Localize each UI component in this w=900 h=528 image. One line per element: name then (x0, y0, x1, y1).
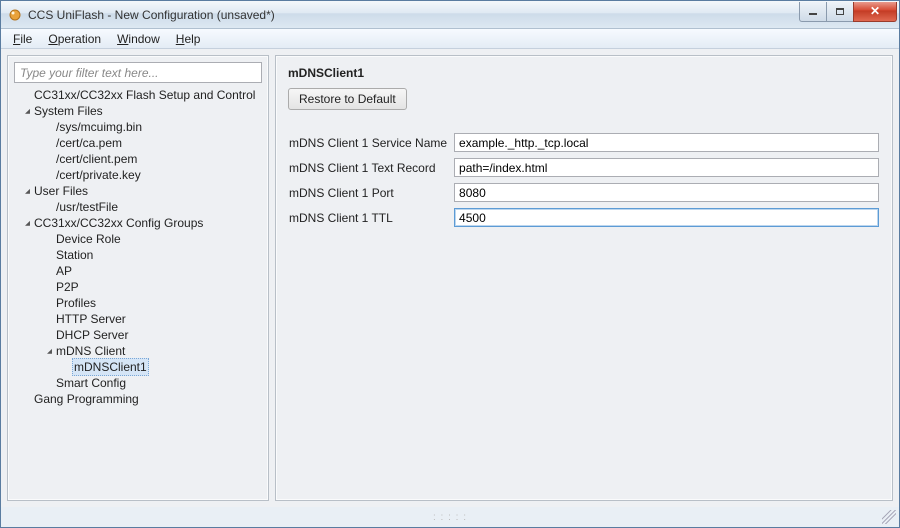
minimize-button[interactable] (799, 2, 827, 22)
menu-operation[interactable]: Operation (40, 30, 109, 48)
tree-item-profiles[interactable]: Profiles (14, 295, 262, 311)
tree-item-system-files[interactable]: System Files (14, 103, 262, 119)
tree-item-mdnsclient1[interactable]: mDNSClient1 (14, 359, 262, 375)
tree-item-flash-setup[interactable]: CC31xx/CC32xx Flash Setup and Control (14, 87, 262, 103)
menu-window[interactable]: Window (109, 30, 168, 48)
input-ttl[interactable] (454, 208, 879, 227)
label-port: mDNS Client 1 Port (288, 182, 453, 203)
app-window: CCS UniFlash - New Configuration (unsave… (0, 0, 900, 528)
tree-item-p2p[interactable]: P2P (14, 279, 262, 295)
tree-item-config-groups[interactable]: CC31xx/CC32xx Config Groups (14, 215, 262, 231)
expand-icon[interactable] (44, 343, 54, 359)
navigator-panel: CC31xx/CC32xx Flash Setup and Control Sy… (7, 55, 269, 501)
input-service-name[interactable] (454, 133, 879, 152)
sash-handle-icon[interactable]: : : : : : (433, 512, 467, 523)
editor-panel: mDNSClient1 Restore to Default mDNS Clie… (275, 55, 893, 501)
window-controls: ✕ (800, 2, 897, 22)
section-heading: mDNSClient1 (288, 66, 880, 80)
tree-item-smart-config[interactable]: Smart Config (14, 375, 262, 391)
tree-item-mcuimg[interactable]: /sys/mcuimg.bin (14, 119, 262, 135)
maximize-button[interactable] (826, 2, 854, 22)
config-tree[interactable]: CC31xx/CC32xx Flash Setup and Control Sy… (14, 87, 262, 494)
tree-item-client-pem[interactable]: /cert/client.pem (14, 151, 262, 167)
input-text-record[interactable] (454, 158, 879, 177)
tree-item-gang-programming[interactable]: Gang Programming (14, 391, 262, 407)
tree-item-ca-pem[interactable]: /cert/ca.pem (14, 135, 262, 151)
row-service-name: mDNS Client 1 Service Name (288, 132, 880, 153)
expand-icon[interactable] (22, 183, 32, 199)
tree-item-dhcp-server[interactable]: DHCP Server (14, 327, 262, 343)
client-area: CC31xx/CC32xx Flash Setup and Control Sy… (1, 49, 899, 507)
restore-default-button[interactable]: Restore to Default (288, 88, 407, 110)
tree-item-private-key[interactable]: /cert/private.key (14, 167, 262, 183)
app-icon (7, 7, 23, 23)
title-bar[interactable]: CCS UniFlash - New Configuration (unsave… (1, 1, 899, 29)
window-title: CCS UniFlash - New Configuration (unsave… (28, 8, 800, 22)
resize-grip-icon[interactable] (882, 510, 896, 524)
tree-item-device-role[interactable]: Device Role (14, 231, 262, 247)
filter-input[interactable] (14, 62, 262, 83)
row-port: mDNS Client 1 Port (288, 182, 880, 203)
expand-icon[interactable] (22, 215, 32, 231)
expand-icon[interactable] (22, 103, 32, 119)
input-port[interactable] (454, 183, 879, 202)
menu-help[interactable]: Help (168, 30, 209, 48)
label-service-name: mDNS Client 1 Service Name (288, 132, 453, 153)
status-bar: : : : : : (1, 507, 899, 527)
close-button[interactable]: ✕ (853, 2, 897, 22)
tree-item-mdns-client[interactable]: mDNS Client (14, 343, 262, 359)
menu-bar: File Operation Window Help (1, 29, 899, 49)
tree-item-ap[interactable]: AP (14, 263, 262, 279)
row-text-record: mDNS Client 1 Text Record (288, 157, 880, 178)
tree-item-http-server[interactable]: HTTP Server (14, 311, 262, 327)
properties-form: mDNS Client 1 Service Name mDNS Client 1… (288, 128, 880, 232)
label-ttl: mDNS Client 1 TTL (288, 207, 453, 228)
row-ttl: mDNS Client 1 TTL (288, 207, 880, 228)
tree-item-station[interactable]: Station (14, 247, 262, 263)
tree-item-user-files[interactable]: User Files (14, 183, 262, 199)
menu-file[interactable]: File (5, 30, 40, 48)
tree-item-testfile[interactable]: /usr/testFile (14, 199, 262, 215)
label-text-record: mDNS Client 1 Text Record (288, 157, 453, 178)
